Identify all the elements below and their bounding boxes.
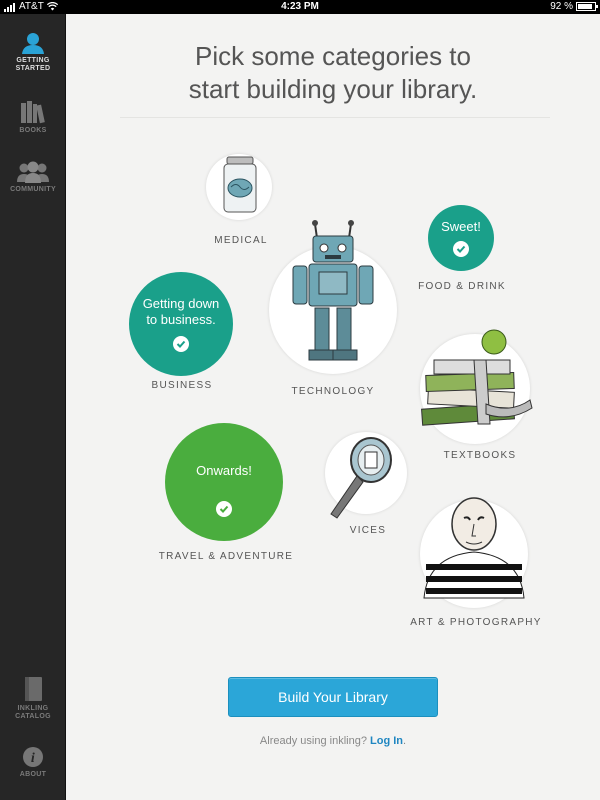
people-icon xyxy=(17,161,49,183)
sidebar-item-about[interactable]: i ABOUT xyxy=(0,746,66,779)
category-label: FOOD & DRINK xyxy=(418,281,506,292)
check-icon xyxy=(173,336,189,352)
battery-info: 92 % xyxy=(550,1,598,12)
category-label: TEXTBOOKS xyxy=(443,450,517,461)
sidebar-item-label: COMMUNITY xyxy=(10,186,56,193)
status-bar: AT&T 4:23 PM 92 % xyxy=(0,0,600,14)
book-stack-apple-icon xyxy=(421,329,533,426)
category-label: ART & PHOTOGRAPHY xyxy=(410,617,542,628)
page-title: Pick some categories to start building y… xyxy=(66,40,600,106)
sidebar-item-books[interactable]: BOOKS xyxy=(0,100,66,135)
build-library-button[interactable]: Build Your Library xyxy=(228,677,438,717)
sidebar-item-label: BOOKS xyxy=(19,127,47,134)
catalog-book-icon xyxy=(25,677,42,701)
check-icon xyxy=(216,501,232,517)
selected-message: Onwards! xyxy=(196,463,252,478)
brain-jar-icon xyxy=(223,156,257,213)
battery-percent: 92 % xyxy=(550,1,573,12)
selected-message: Getting down to business. xyxy=(142,296,220,327)
books-icon xyxy=(21,101,45,124)
category-business[interactable]: Getting down to business. xyxy=(129,272,233,376)
sidebar-item-label: INKLING CATALOG xyxy=(15,705,51,720)
person-icon xyxy=(22,33,44,54)
category-label: VICES xyxy=(349,525,387,536)
sidebar-item-label: ABOUT xyxy=(19,771,47,778)
category-travel-adventure[interactable]: Onwards! xyxy=(165,423,283,541)
selected-message: Sweet! xyxy=(441,219,481,234)
robot-icon xyxy=(292,220,374,361)
page-title-line-2: start building your library. xyxy=(188,74,478,104)
divider xyxy=(120,117,550,118)
hand-mirror-icon xyxy=(330,437,392,519)
sidebar-item-community[interactable]: COMMUNITY xyxy=(0,161,66,194)
info-icon: i xyxy=(23,747,43,767)
check-icon xyxy=(453,241,469,257)
category-medical[interactable] xyxy=(206,154,272,220)
category-textbooks[interactable] xyxy=(420,329,533,444)
portrait-icon xyxy=(423,497,525,599)
sidebar-item-getting-started[interactable]: GETTING STARTED xyxy=(0,32,66,73)
category-food-drink[interactable]: Sweet! xyxy=(428,205,494,271)
login-prompt: Already using inkling? Log In. xyxy=(66,735,600,747)
svg-text:i: i xyxy=(31,751,35,766)
sidebar-item-inkling-catalog[interactable]: INKLING CATALOG xyxy=(0,676,66,721)
category-vices[interactable] xyxy=(325,432,407,519)
login-link[interactable]: Log In xyxy=(370,735,403,747)
page-title-line-1: Pick some categories to xyxy=(194,41,471,71)
category-label: TRAVEL & ADVENTURE xyxy=(158,551,294,562)
login-prompt-text: Already using inkling? xyxy=(259,735,367,747)
category-label: TECHNOLOGY xyxy=(291,386,375,397)
clock: 4:23 PM xyxy=(281,1,319,12)
category-label: MEDICAL xyxy=(214,235,268,246)
category-label: BUSINESS xyxy=(151,380,213,391)
category-technology[interactable] xyxy=(269,220,397,374)
sidebar: GETTING STARTED BOOKS COMMUNITY INKLING … xyxy=(0,14,66,800)
category-art-photography[interactable] xyxy=(420,497,528,608)
battery-icon xyxy=(576,2,598,11)
sidebar-item-label: GETTING STARTED xyxy=(15,57,51,72)
login-suffix: . xyxy=(403,735,407,747)
